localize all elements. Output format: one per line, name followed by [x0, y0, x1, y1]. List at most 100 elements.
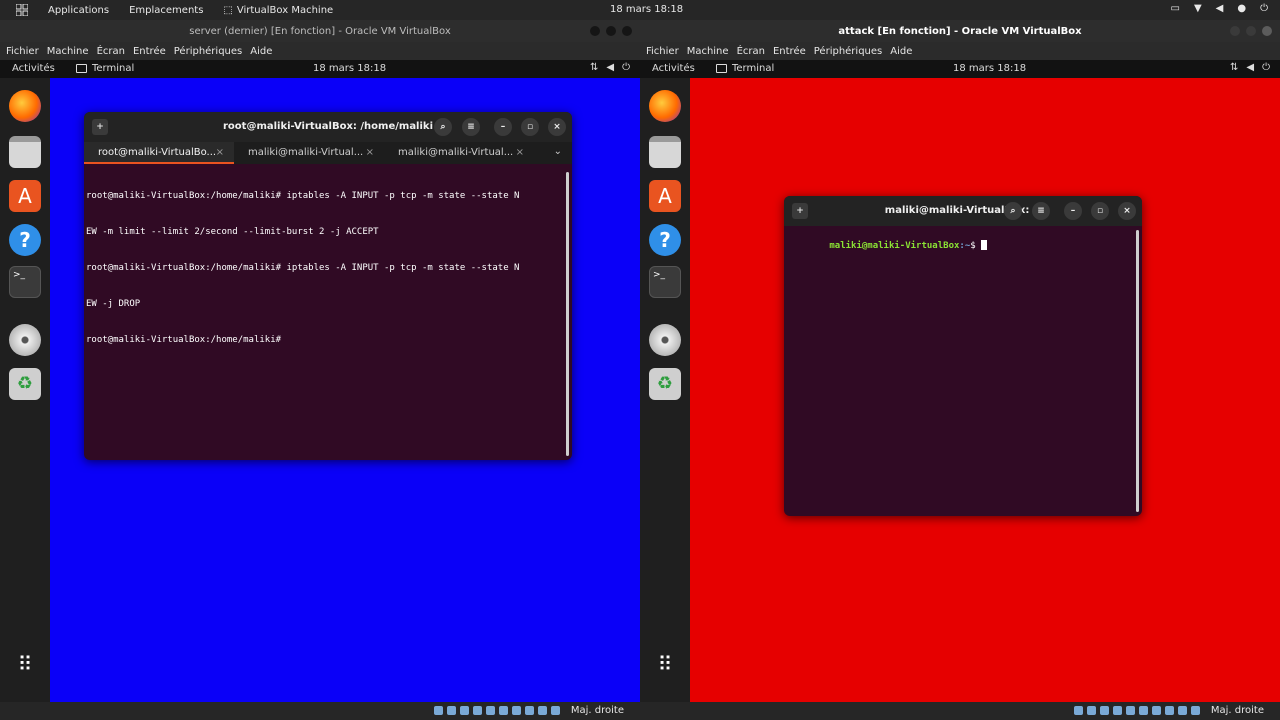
active-app-menu[interactable]: ⬚ VirtualBox Machine [223, 5, 333, 16]
minimize-icon[interactable]: – [494, 118, 512, 136]
disc-icon[interactable] [649, 324, 681, 356]
mic-icon[interactable]: ● [1237, 3, 1246, 14]
wifi-icon[interactable]: ▼ [1194, 3, 1202, 14]
network-icon[interactable] [473, 706, 482, 715]
mouse-icon[interactable] [551, 706, 560, 715]
minimize-button[interactable] [590, 26, 600, 36]
vm-titlebar-server[interactable]: server (dernier) [En fonction] - Oracle … [0, 20, 640, 42]
search-icon[interactable]: ⌕ [434, 118, 452, 136]
guest-clock[interactable]: 18 mars 18:18 [953, 63, 1026, 74]
guest-clock[interactable]: 18 mars 18:18 [313, 63, 386, 74]
volume-icon[interactable]: ◀ [1216, 3, 1224, 14]
optical-icon[interactable] [1087, 706, 1096, 715]
hdd-icon[interactable] [434, 706, 443, 715]
volume-icon[interactable]: ◀ [1246, 62, 1254, 73]
guest-app-menu[interactable]: Terminal [716, 63, 774, 74]
applications-menu[interactable]: Applications [48, 5, 109, 16]
usb-icon[interactable] [486, 706, 495, 715]
terminal-output[interactable]: root@maliki-VirtualBox:/home/maliki# ipt… [84, 164, 572, 372]
power-icon[interactable]: ⏻ [1262, 62, 1270, 73]
maximize-icon[interactable]: ▫ [1091, 202, 1109, 220]
menu-aide[interactable]: Aide [250, 46, 272, 57]
recording-icon[interactable] [525, 706, 534, 715]
recording-icon[interactable] [1165, 706, 1174, 715]
close-button[interactable] [1262, 26, 1272, 36]
firefox-icon[interactable] [9, 90, 41, 122]
trash-icon[interactable]: ♻ [9, 368, 41, 400]
mouse-icon[interactable] [1191, 706, 1200, 715]
cpu-icon[interactable] [1178, 706, 1187, 715]
tab-2[interactable]: maliki@maliki-Virtual... × [234, 142, 384, 164]
menu-icon[interactable]: ≡ [462, 118, 480, 136]
menu-ecran[interactable]: Écran [737, 46, 765, 57]
vm-titlebar-attack[interactable]: attack [En fonction] - Oracle VM Virtual… [640, 20, 1280, 42]
trash-icon[interactable]: ♻ [649, 368, 681, 400]
tab-1[interactable]: root@maliki-VirtualBo... × [84, 142, 234, 164]
minimize-button[interactable] [1230, 26, 1240, 36]
shared-folder-icon[interactable] [1139, 706, 1148, 715]
show-apps-icon[interactable]: ⠿ [649, 648, 681, 680]
menu-entree[interactable]: Entrée [133, 46, 166, 57]
maximize-button[interactable] [1246, 26, 1256, 36]
tab-close-icon[interactable]: × [216, 147, 224, 158]
close-icon[interactable]: × [1118, 202, 1136, 220]
apps-grid-icon[interactable] [16, 4, 28, 16]
guest-app-menu[interactable]: Terminal [76, 63, 134, 74]
close-icon[interactable]: × [548, 118, 566, 136]
activities-button[interactable]: Activités [652, 63, 695, 74]
maximize-icon[interactable]: ▫ [521, 118, 539, 136]
disc-icon[interactable] [9, 324, 41, 356]
firefox-icon[interactable] [649, 90, 681, 122]
power-icon[interactable]: ⏻ [622, 62, 630, 73]
files-icon[interactable] [649, 136, 681, 168]
menu-peripheriques[interactable]: Périphériques [814, 46, 883, 57]
help-icon[interactable]: ? [9, 224, 41, 256]
tab-3[interactable]: maliki@maliki-Virtual... × [384, 142, 534, 164]
network-icon[interactable]: ⇅ [590, 62, 598, 73]
show-apps-icon[interactable]: ⠿ [9, 648, 41, 680]
scrollbar[interactable] [566, 172, 569, 456]
host-clock[interactable]: 18 mars 18:18 [610, 4, 683, 15]
menu-machine[interactable]: Machine [47, 46, 89, 57]
help-icon[interactable]: ? [649, 224, 681, 256]
activities-button[interactable]: Activités [12, 63, 55, 74]
close-button[interactable] [622, 26, 632, 36]
tab-close-icon[interactable]: × [366, 147, 374, 158]
chevron-down-icon[interactable]: ⌄ [554, 146, 562, 157]
scrollbar[interactable] [1136, 230, 1139, 512]
terminal-header[interactable]: + root@maliki-VirtualBox: /home/maliki ⌕… [84, 112, 572, 142]
audio-icon[interactable] [1100, 706, 1109, 715]
volume-icon[interactable]: ◀ [606, 62, 614, 73]
terminal-app-icon[interactable]: >_ [9, 266, 41, 298]
menu-fichier[interactable]: Fichier [6, 46, 39, 57]
menu-ecran[interactable]: Écran [97, 46, 125, 57]
display-icon[interactable] [512, 706, 521, 715]
menu-aide[interactable]: Aide [890, 46, 912, 57]
software-icon[interactable]: A [649, 180, 681, 212]
menu-fichier[interactable]: Fichier [646, 46, 679, 57]
tab-close-icon[interactable]: × [516, 147, 524, 158]
maximize-button[interactable] [606, 26, 616, 36]
minimize-icon[interactable]: – [1064, 202, 1082, 220]
software-icon[interactable]: A [9, 180, 41, 212]
usb-icon[interactable] [1126, 706, 1135, 715]
cpu-icon[interactable] [538, 706, 547, 715]
menu-peripheriques[interactable]: Périphériques [174, 46, 243, 57]
power-icon[interactable]: ⏻ [1260, 3, 1268, 14]
network-icon[interactable]: ⇅ [1230, 62, 1238, 73]
terminal-header[interactable]: + maliki@maliki-VirtualBox: ~ ⌕ ≡ – ▫ × [784, 196, 1142, 226]
search-icon[interactable]: ⌕ [1004, 202, 1022, 220]
audio-icon[interactable] [460, 706, 469, 715]
menu-icon[interactable]: ≡ [1032, 202, 1050, 220]
files-icon[interactable] [9, 136, 41, 168]
menu-entree[interactable]: Entrée [773, 46, 806, 57]
network-icon[interactable] [1113, 706, 1122, 715]
places-menu[interactable]: Emplacements [129, 5, 203, 16]
terminal-app-icon[interactable]: >_ [649, 266, 681, 298]
hdd-icon[interactable] [1074, 706, 1083, 715]
optical-icon[interactable] [447, 706, 456, 715]
screen-icon[interactable]: ▭ [1170, 3, 1179, 14]
shared-folder-icon[interactable] [499, 706, 508, 715]
menu-machine[interactable]: Machine [687, 46, 729, 57]
display-icon[interactable] [1152, 706, 1161, 715]
